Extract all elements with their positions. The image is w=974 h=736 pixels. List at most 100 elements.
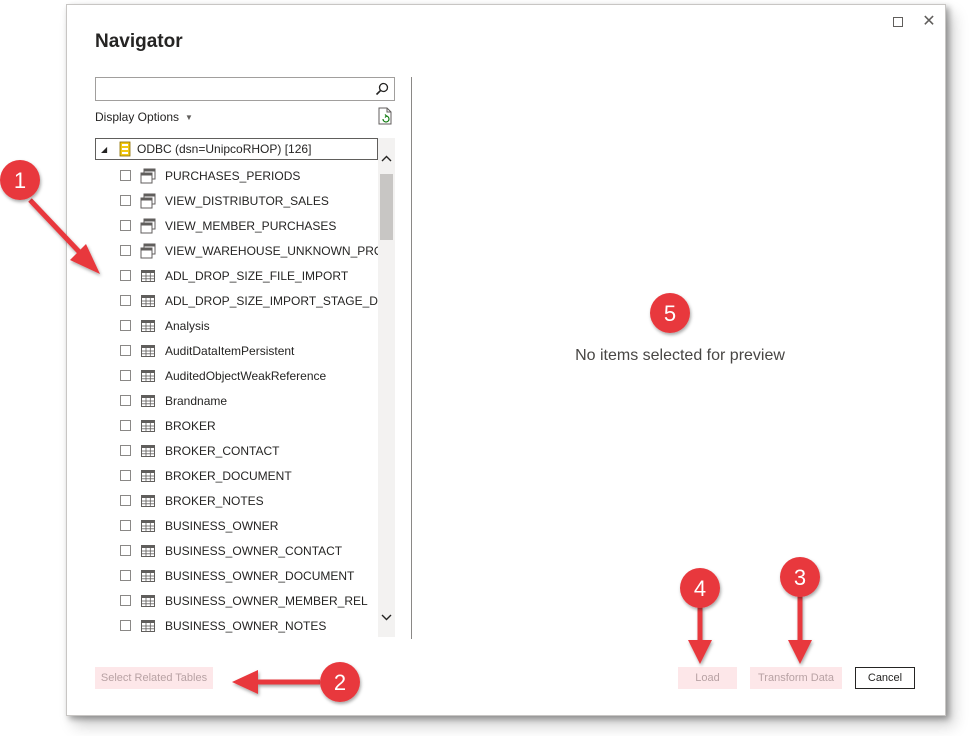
cancel-button[interactable]: Cancel xyxy=(855,667,915,689)
tree-item-label: Analysis xyxy=(165,318,210,333)
tree-item-label: BUSINESS_OWNER_MEMBER_REL xyxy=(165,593,368,608)
tree-item[interactable]: Analysis xyxy=(95,313,378,338)
table-icon xyxy=(141,469,155,482)
close-button[interactable]: ✕ xyxy=(920,13,938,31)
scroll-up-button[interactable] xyxy=(378,148,395,168)
table-icon xyxy=(141,569,155,582)
maximize-icon xyxy=(893,17,903,27)
table-icon xyxy=(141,344,155,357)
view-icon xyxy=(140,218,156,233)
item-checkbox[interactable] xyxy=(120,470,131,481)
tree-item[interactable]: AuditedObjectWeakReference xyxy=(95,363,378,388)
table-icon xyxy=(141,294,155,307)
scroll-down-button[interactable] xyxy=(378,607,395,627)
pane-divider xyxy=(411,77,412,639)
tree-item[interactable]: VIEW_MEMBER_PURCHASES xyxy=(95,213,378,238)
view-icon xyxy=(140,168,156,183)
scroll-thumb[interactable] xyxy=(380,174,393,240)
select-related-tables-button[interactable]: Select Related Tables xyxy=(95,667,213,689)
tree-item-label: PURCHASES_PERIODS xyxy=(165,168,301,183)
item-checkbox[interactable] xyxy=(120,495,131,506)
search-icon[interactable] xyxy=(374,81,390,97)
navigator-window: ✕ Navigator Display Options ▼ ◢ ODBC (ds… xyxy=(66,4,946,716)
item-checkbox[interactable] xyxy=(120,420,131,431)
refresh-icon[interactable] xyxy=(377,107,393,125)
collapse-triangle-icon[interactable]: ◢ xyxy=(101,145,115,154)
preview-empty-message: No items selected for preview xyxy=(575,347,785,364)
item-checkbox[interactable] xyxy=(120,595,131,606)
tree-item[interactable]: BUSINESS_OWNER_CONTACT xyxy=(95,538,378,563)
tree-item[interactable]: AuditDataItemPersistent xyxy=(95,338,378,363)
display-options-dropdown[interactable]: Display Options ▼ xyxy=(95,110,193,124)
item-checkbox[interactable] xyxy=(120,270,131,281)
table-icon xyxy=(141,444,155,457)
table-icon xyxy=(141,519,155,532)
tree-item-label: BROKER_CONTACT xyxy=(165,443,280,458)
item-checkbox[interactable] xyxy=(120,170,131,181)
search-input[interactable] xyxy=(96,78,366,100)
tree-item[interactable]: BUSINESS_OWNER_NOTES xyxy=(95,613,378,637)
tree-item-label: AuditedObjectWeakReference xyxy=(165,368,327,383)
item-checkbox[interactable] xyxy=(120,545,131,556)
tree-item[interactable]: ADL_DROP_SIZE_IMPORT_STAGE_DATA xyxy=(95,288,395,313)
tree-item-label: BUSINESS_OWNER_NOTES xyxy=(165,618,327,633)
table-icon xyxy=(141,619,155,632)
load-button[interactable]: Load xyxy=(678,667,737,689)
item-checkbox[interactable] xyxy=(120,520,131,531)
tree-item-label: ADL_DROP_SIZE_FILE_IMPORT xyxy=(165,268,349,283)
transform-data-button[interactable]: Transform Data xyxy=(750,667,842,689)
maximize-button[interactable] xyxy=(889,13,907,31)
table-icon xyxy=(141,269,155,282)
tree-item[interactable]: BUSINESS_OWNER_DOCUMENT xyxy=(95,563,378,588)
table-icon xyxy=(141,419,155,432)
tree-item-list: PURCHASES_PERIODS VIEW_DISTRIBUTOR_SALES V… xyxy=(95,163,395,637)
navigator-tree: ◢ ODBC (dsn=UnipcoRHOP) [126] PURCHASES_… xyxy=(95,135,395,637)
item-checkbox[interactable] xyxy=(120,320,131,331)
table-icon xyxy=(141,594,155,607)
item-checkbox[interactable] xyxy=(120,195,131,206)
page-title: Navigator xyxy=(95,31,183,52)
tree-item[interactable]: BROKER_NOTES xyxy=(95,488,378,513)
item-checkbox[interactable] xyxy=(120,295,131,306)
item-checkbox[interactable] xyxy=(120,370,131,381)
tree-item-label: Brandname xyxy=(165,393,228,408)
tree-item[interactable]: BUSINESS_OWNER xyxy=(95,513,378,538)
item-checkbox[interactable] xyxy=(120,395,131,406)
table-icon xyxy=(141,494,155,507)
table-icon xyxy=(141,369,155,382)
tree-item[interactable]: BUSINESS_OWNER_MEMBER_REL xyxy=(95,588,378,613)
close-icon: ✕ xyxy=(922,13,936,30)
chevron-down-icon xyxy=(381,614,392,620)
tree-item[interactable]: Brandname xyxy=(95,388,378,413)
tree-item[interactable]: ADL_DROP_SIZE_FILE_IMPORT xyxy=(95,263,378,288)
tree-item[interactable]: VIEW_WAREHOUSE_UNKNOWN_PRO... xyxy=(95,238,393,263)
item-checkbox[interactable] xyxy=(120,620,131,631)
table-icon xyxy=(141,544,155,557)
tree-item[interactable]: BROKER_CONTACT xyxy=(95,438,378,463)
item-checkbox[interactable] xyxy=(120,245,131,256)
annotation-number: 1 xyxy=(14,168,26,193)
tree-root-node[interactable]: ◢ ODBC (dsn=UnipcoRHOP) [126] xyxy=(95,138,378,160)
tree-scrollbar[interactable] xyxy=(378,138,395,637)
chevron-down-icon: ▼ xyxy=(185,112,193,122)
tree-item-label: BROKER_DOCUMENT xyxy=(165,468,292,483)
item-checkbox[interactable] xyxy=(120,220,131,231)
tree-root-label: ODBC (dsn=UnipcoRHOP) [126] xyxy=(137,142,312,156)
table-icon xyxy=(141,394,155,407)
item-checkbox[interactable] xyxy=(120,345,131,356)
annotation-badge-1: 1 xyxy=(0,160,40,200)
item-checkbox[interactable] xyxy=(120,445,131,456)
item-checkbox[interactable] xyxy=(120,570,131,581)
tree-item[interactable]: PURCHASES_PERIODS xyxy=(95,163,378,188)
tree-item-label: AuditDataItemPersistent xyxy=(165,343,295,358)
tree-item[interactable]: BROKER_DOCUMENT xyxy=(95,463,378,488)
view-icon xyxy=(140,193,156,208)
tree-item-label: ADL_DROP_SIZE_IMPORT_STAGE_DATA xyxy=(165,293,395,308)
tree-item-label: VIEW_DISTRIBUTOR_SALES xyxy=(165,193,329,208)
tree-item-label: VIEW_MEMBER_PURCHASES xyxy=(165,218,337,233)
tree-item-label: VIEW_WAREHOUSE_UNKNOWN_PRO... xyxy=(165,243,394,258)
tree-item[interactable]: BROKER xyxy=(95,413,378,438)
tree-item-label: BROKER_NOTES xyxy=(165,493,264,508)
tree-item[interactable]: VIEW_DISTRIBUTOR_SALES xyxy=(95,188,378,213)
tree-item-label: BUSINESS_OWNER xyxy=(165,518,279,533)
